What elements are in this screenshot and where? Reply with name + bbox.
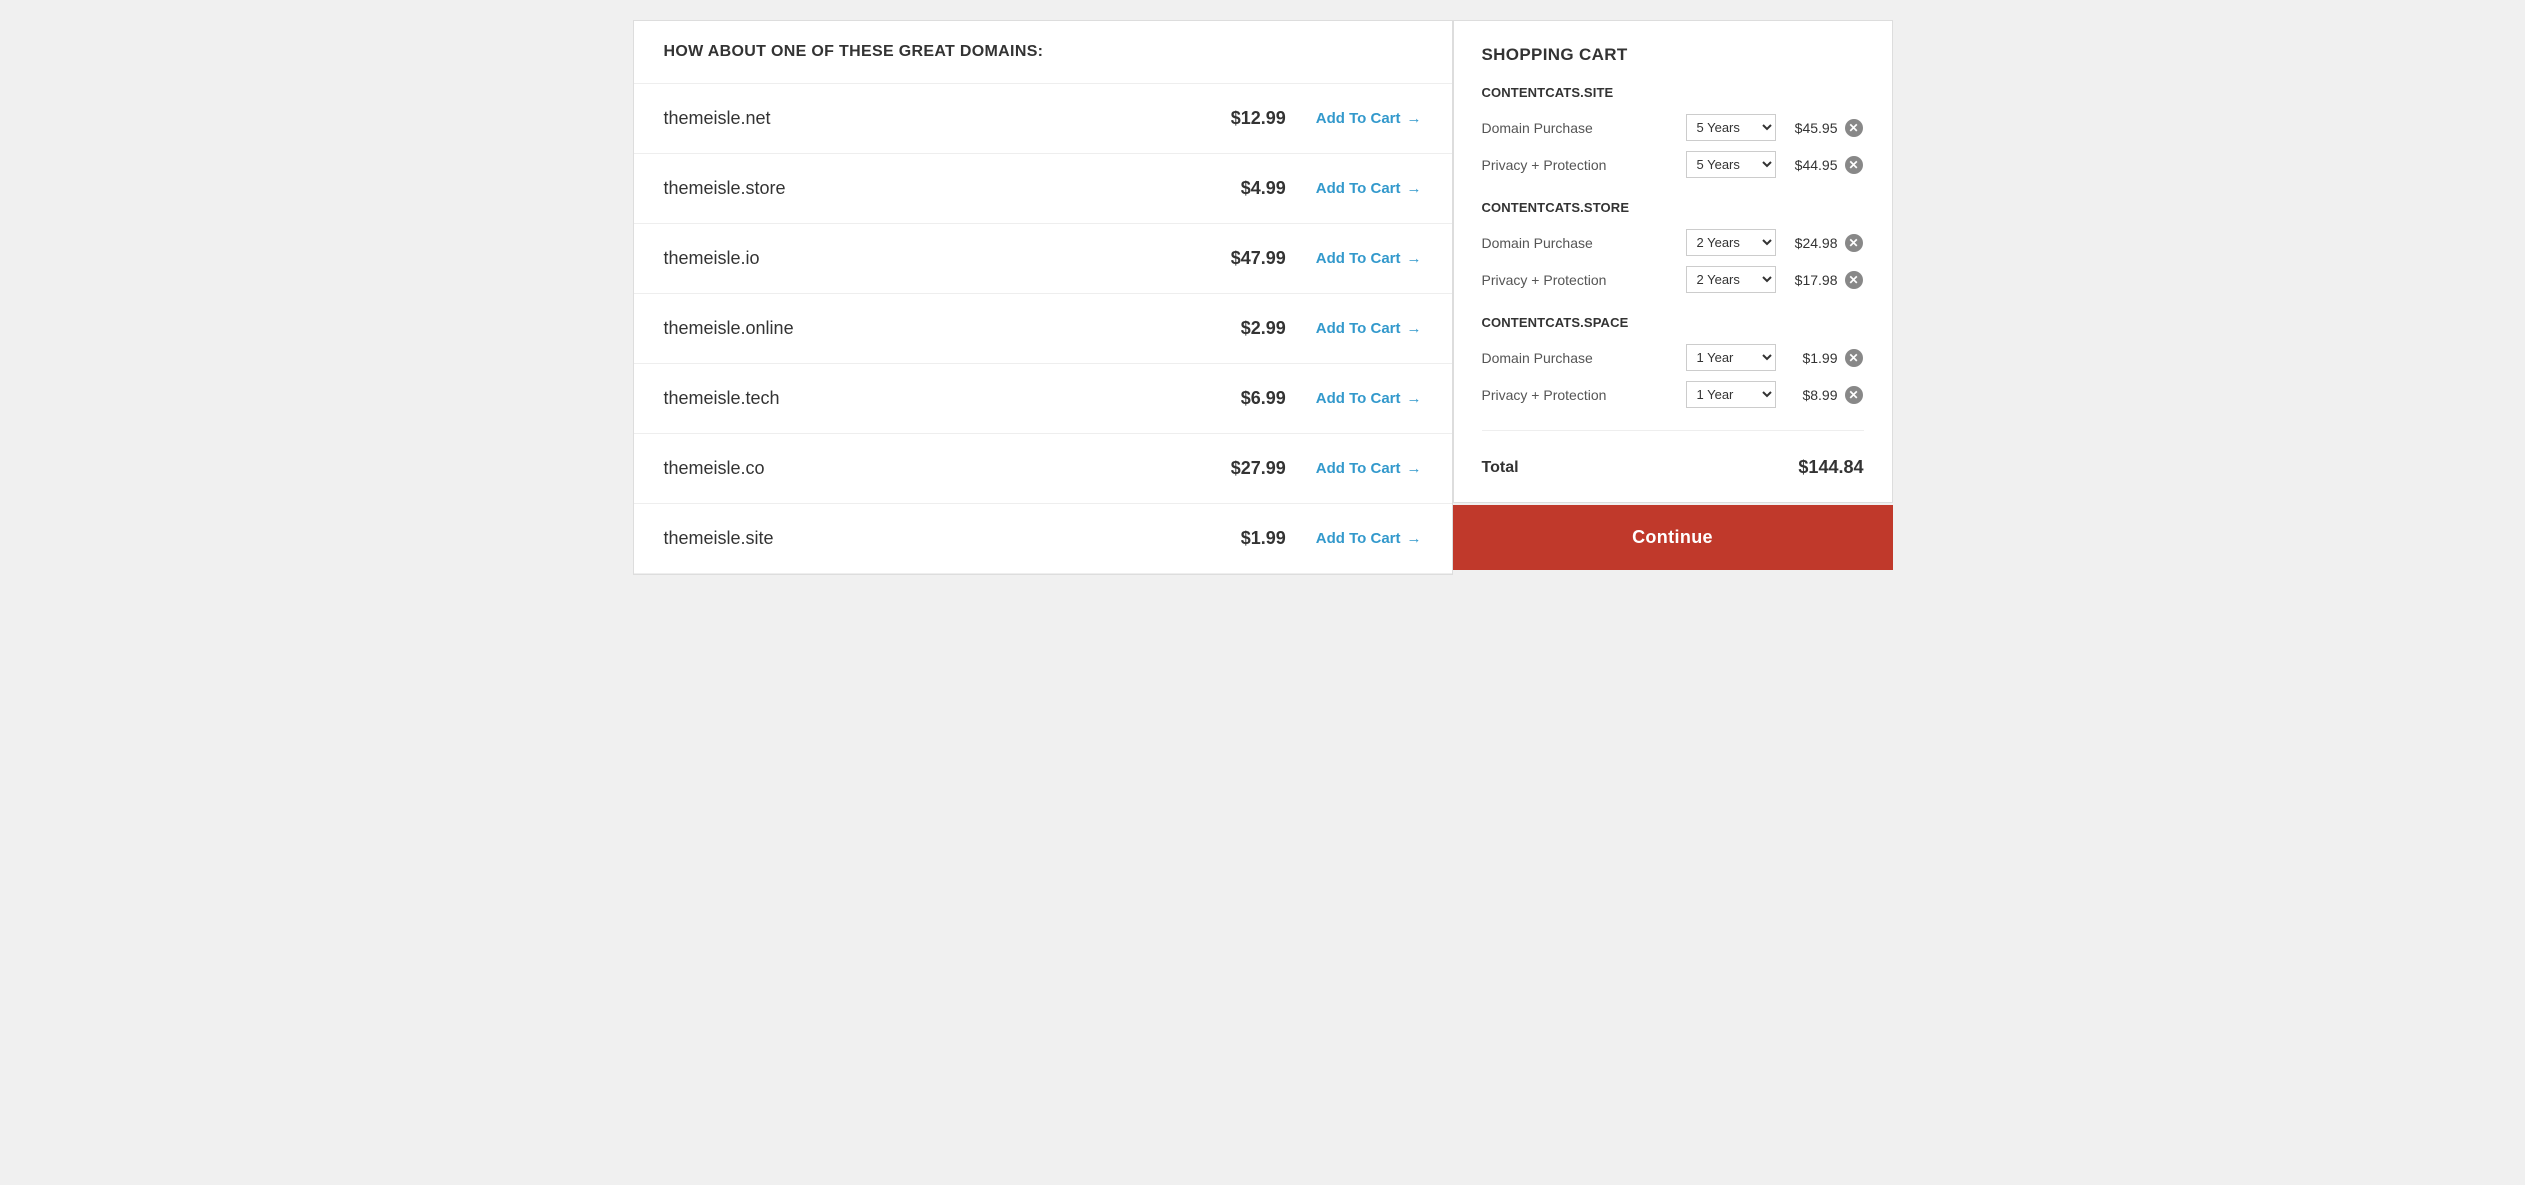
domain-price: $2.99: [1206, 318, 1286, 339]
remove-icon: ✕: [1845, 234, 1863, 252]
cart-divider: [1482, 430, 1864, 431]
domains-panel: HOW ABOUT ONE OF THESE GREAT DOMAINS: th…: [633, 20, 1453, 575]
cart-total-label: Total: [1482, 459, 1519, 477]
remove-item-button[interactable]: ✕: [1844, 385, 1864, 405]
add-to-cart-button[interactable]: Add To Cart →: [1316, 460, 1422, 477]
main-container: HOW ABOUT ONE OF THESE GREAT DOMAINS: th…: [633, 20, 1893, 575]
domains-list: themeisle.net $12.99 Add To Cart → theme…: [634, 84, 1452, 574]
remove-item-button[interactable]: ✕: [1844, 233, 1864, 253]
cart-item-row: Privacy + Protection 5 Years 1 Year 2 Ye…: [1482, 151, 1864, 178]
add-to-cart-button[interactable]: Add To Cart →: [1316, 110, 1422, 127]
cart-item-label: Privacy + Protection: [1482, 387, 1686, 403]
domain-price: $27.99: [1206, 458, 1286, 479]
domain-name: themeisle.tech: [664, 388, 1206, 409]
domain-price: $1.99: [1206, 528, 1286, 549]
cart-domain-title: CONTENTCATS.SITE: [1482, 85, 1864, 100]
arrow-icon: →: [1407, 530, 1422, 547]
arrow-icon: →: [1407, 180, 1422, 197]
cart-header: SHOPPING CART: [1482, 45, 1864, 65]
remove-icon: ✕: [1845, 156, 1863, 174]
cart-total-amount: $144.84: [1798, 457, 1863, 478]
cart-item-row: Domain Purchase 2 Years 1 Year 2 Years 3…: [1482, 229, 1864, 256]
cart-item-row: Domain Purchase 5 Years 1 Year 2 Years 3…: [1482, 114, 1864, 141]
cart-item-label: Domain Purchase: [1482, 350, 1686, 366]
domain-row: themeisle.co $27.99 Add To Cart →: [634, 434, 1452, 504]
domains-header-title: HOW ABOUT ONE OF THESE GREAT DOMAINS:: [664, 43, 1422, 61]
domain-price: $12.99: [1206, 108, 1286, 129]
cart-panel: SHOPPING CART CONTENTCATS.SITE Domain Pu…: [1453, 20, 1893, 575]
arrow-icon: →: [1407, 110, 1422, 127]
cart-item-row: Privacy + Protection 1 Year 1 Year 2 Yea…: [1482, 381, 1864, 408]
domain-row: themeisle.store $4.99 Add To Cart →: [634, 154, 1452, 224]
domain-row: themeisle.online $2.99 Add To Cart →: [634, 294, 1452, 364]
add-to-cart-button[interactable]: Add To Cart →: [1316, 320, 1422, 337]
duration-select[interactable]: 5 Years 1 Year 2 Years 3 Years 5 Years: [1686, 151, 1776, 178]
cart-item-price: $24.98: [1786, 235, 1838, 251]
add-to-cart-button[interactable]: Add To Cart →: [1316, 530, 1422, 547]
remove-icon: ✕: [1845, 386, 1863, 404]
arrow-icon: →: [1407, 320, 1422, 337]
remove-icon: ✕: [1845, 349, 1863, 367]
cart-total-row: Total $144.84: [1482, 449, 1864, 478]
add-to-cart-button[interactable]: Add To Cart →: [1316, 180, 1422, 197]
cart-domain-title: CONTENTCATS.SPACE: [1482, 315, 1864, 330]
domain-name: themeisle.io: [664, 248, 1206, 269]
cart-item-row: Privacy + Protection 2 Years 1 Year 2 Ye…: [1482, 266, 1864, 293]
cart-sections: CONTENTCATS.SITE Domain Purchase 5 Years…: [1482, 85, 1864, 408]
duration-select[interactable]: 2 Years 1 Year 2 Years 3 Years 5 Years: [1686, 229, 1776, 256]
duration-select[interactable]: 2 Years 1 Year 2 Years 3 Years 5 Years: [1686, 266, 1776, 293]
domain-row: themeisle.io $47.99 Add To Cart →: [634, 224, 1452, 294]
add-to-cart-button[interactable]: Add To Cart →: [1316, 250, 1422, 267]
duration-select[interactable]: 1 Year 1 Year 2 Years 3 Years 5 Years: [1686, 344, 1776, 371]
remove-item-button[interactable]: ✕: [1844, 348, 1864, 368]
cart-item-price: $44.95: [1786, 157, 1838, 173]
cart-box: SHOPPING CART CONTENTCATS.SITE Domain Pu…: [1453, 20, 1893, 503]
cart-item-price: $17.98: [1786, 272, 1838, 288]
domain-row: themeisle.tech $6.99 Add To Cart →: [634, 364, 1452, 434]
continue-button[interactable]: Continue: [1453, 505, 1893, 570]
domain-name: themeisle.online: [664, 318, 1206, 339]
domain-name: themeisle.store: [664, 178, 1206, 199]
cart-domain-section: CONTENTCATS.SPACE Domain Purchase 1 Year…: [1482, 315, 1864, 408]
domain-row: themeisle.site $1.99 Add To Cart →: [634, 504, 1452, 574]
duration-select[interactable]: 1 Year 1 Year 2 Years 3 Years 5 Years: [1686, 381, 1776, 408]
remove-icon: ✕: [1845, 119, 1863, 137]
duration-select[interactable]: 5 Years 1 Year 2 Years 3 Years 5 Years: [1686, 114, 1776, 141]
arrow-icon: →: [1407, 390, 1422, 407]
cart-item-label: Privacy + Protection: [1482, 157, 1686, 173]
remove-item-button[interactable]: ✕: [1844, 270, 1864, 290]
domain-price: $4.99: [1206, 178, 1286, 199]
arrow-icon: →: [1407, 460, 1422, 477]
cart-item-label: Privacy + Protection: [1482, 272, 1686, 288]
domain-name: themeisle.co: [664, 458, 1206, 479]
cart-item-price: $1.99: [1786, 350, 1838, 366]
cart-item-price: $8.99: [1786, 387, 1838, 403]
domain-name: themeisle.site: [664, 528, 1206, 549]
domain-price: $6.99: [1206, 388, 1286, 409]
cart-item-price: $45.95: [1786, 120, 1838, 136]
arrow-icon: →: [1407, 250, 1422, 267]
cart-domain-section: CONTENTCATS.SITE Domain Purchase 5 Years…: [1482, 85, 1864, 178]
remove-item-button[interactable]: ✕: [1844, 118, 1864, 138]
cart-item-label: Domain Purchase: [1482, 235, 1686, 251]
domain-row: themeisle.net $12.99 Add To Cart →: [634, 84, 1452, 154]
domain-price: $47.99: [1206, 248, 1286, 269]
domain-name: themeisle.net: [664, 108, 1206, 129]
remove-item-button[interactable]: ✕: [1844, 155, 1864, 175]
cart-domain-title: CONTENTCATS.STORE: [1482, 200, 1864, 215]
remove-icon: ✕: [1845, 271, 1863, 289]
domains-header: HOW ABOUT ONE OF THESE GREAT DOMAINS:: [634, 21, 1452, 84]
cart-domain-section: CONTENTCATS.STORE Domain Purchase 2 Year…: [1482, 200, 1864, 293]
add-to-cart-button[interactable]: Add To Cart →: [1316, 390, 1422, 407]
cart-item-row: Domain Purchase 1 Year 1 Year 2 Years 3 …: [1482, 344, 1864, 371]
cart-item-label: Domain Purchase: [1482, 120, 1686, 136]
